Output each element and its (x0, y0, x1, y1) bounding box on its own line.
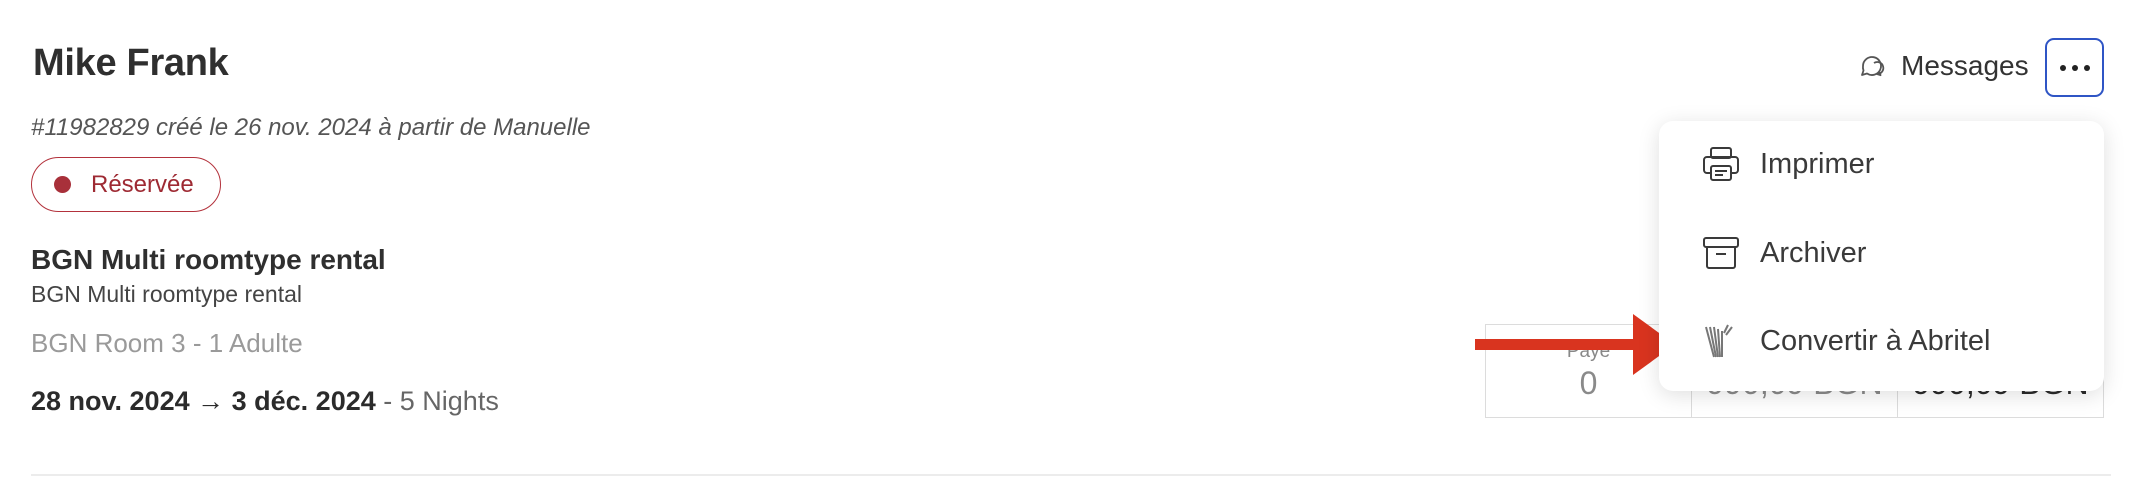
rental-subtitle: BGN Multi roomtype rental (31, 281, 302, 307)
stay-dates: 28 nov. 2024 → 3 déc. 2024 - 5 Nights (31, 386, 499, 417)
date-arrow-icon: → (197, 386, 225, 416)
archive-icon (1701, 233, 1741, 273)
menu-item-convertir-abritel[interactable]: Convertir à Abritel (1659, 301, 2104, 381)
dot-icon (2059, 64, 2066, 71)
nights-count: - 5 Nights (383, 386, 499, 416)
room-line: BGN Room 3 - 1 Adulte (31, 328, 303, 358)
annotation-arrow-icon (1475, 314, 1675, 375)
printer-icon (1701, 144, 1741, 184)
menu-item-archiver[interactable]: Archiver (1659, 213, 2104, 293)
status-label: Réservée (91, 170, 194, 198)
status-dot-icon (54, 176, 71, 193)
guest-name: Mike Frank (33, 42, 229, 84)
menu-label-imprimer: Imprimer (1760, 147, 1875, 180)
date-end: 3 déc. 2024 (231, 386, 376, 416)
status-badge: Réservée (31, 157, 221, 212)
messages-label: Messages (1901, 50, 2029, 81)
date-start: 28 nov. 2024 (31, 386, 190, 416)
menu-item-imprimer[interactable]: Imprimer (1659, 124, 2104, 204)
messages-button[interactable]: Messages (1857, 50, 2029, 82)
section-divider (31, 474, 2111, 476)
menu-label-convertir-abritel: Convertir à Abritel (1760, 324, 1991, 357)
abritel-logo-icon (1701, 321, 1741, 361)
reservation-meta: #11982829 créé le 26 nov. 2024 à partir … (31, 114, 591, 141)
more-options-menu: Imprimer Archiver Convertir à Abritel (1659, 121, 2104, 391)
rental-title: BGN Multi roomtype rental (31, 244, 386, 275)
chat-bubbles-icon (1857, 51, 1887, 81)
dot-icon (2071, 64, 2078, 71)
menu-label-archiver: Archiver (1760, 236, 1867, 269)
more-options-button[interactable] (2045, 38, 2104, 97)
dot-icon (2083, 64, 2090, 71)
